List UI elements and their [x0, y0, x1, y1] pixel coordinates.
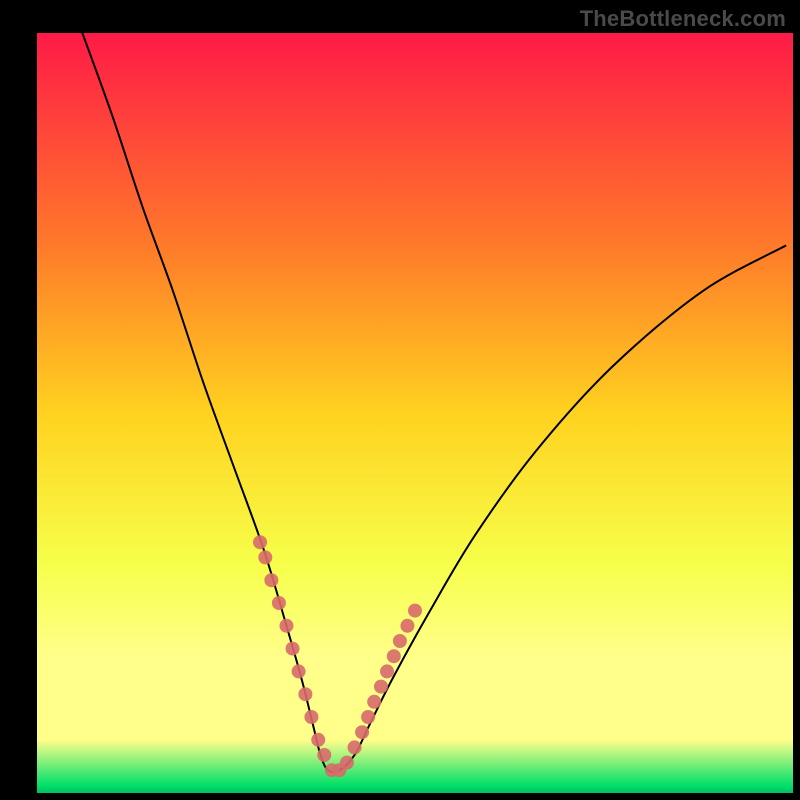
- pink-marker-dot: [367, 695, 381, 709]
- pink-marker-dot: [380, 664, 394, 678]
- pink-marker-dot: [304, 710, 318, 724]
- pink-marker-dot: [400, 619, 414, 633]
- pink-marker-dot: [361, 710, 375, 724]
- pink-marker-dot: [317, 748, 331, 762]
- pink-marker-dot: [258, 550, 272, 564]
- pink-marker-dot: [279, 619, 293, 633]
- pink-marker-dot: [286, 642, 300, 656]
- pink-marker-dot: [272, 596, 286, 610]
- pink-marker-dot: [348, 740, 362, 754]
- pink-marker-dot: [298, 687, 312, 701]
- pink-marker-dot: [393, 634, 407, 648]
- pink-marker-dot: [387, 649, 401, 663]
- pink-marker-dot: [340, 756, 354, 770]
- pink-marker-dot: [374, 680, 388, 694]
- gradient-background: [37, 33, 793, 793]
- bottleneck-plot: [0, 0, 800, 800]
- pink-marker-dot: [355, 725, 369, 739]
- pink-marker-dot: [264, 573, 278, 587]
- pink-marker-dot: [408, 604, 422, 618]
- chart-stage: TheBottleneck.com: [0, 0, 800, 800]
- pink-marker-dot: [292, 664, 306, 678]
- pink-marker-dot: [253, 535, 267, 549]
- pink-marker-dot: [311, 733, 325, 747]
